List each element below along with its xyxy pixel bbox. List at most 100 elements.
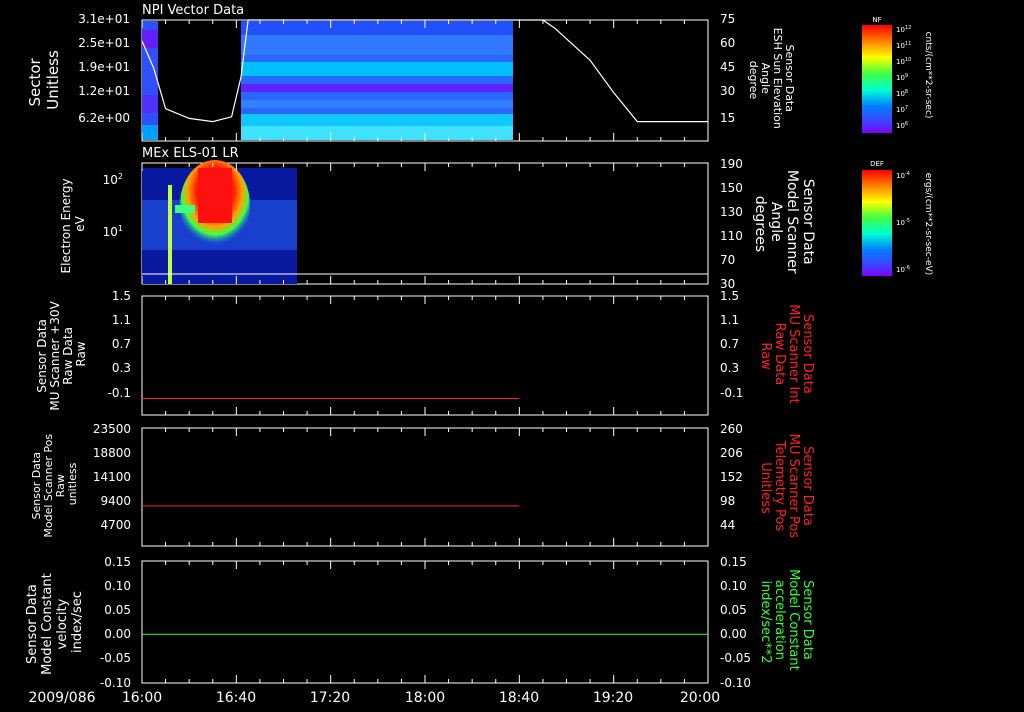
tick-label: 1.9e+01	[78, 60, 130, 74]
axis-label-line: unitless	[66, 462, 79, 505]
tick-label: 0.05	[720, 603, 747, 617]
panel-model-constant	[141, 560, 709, 684]
tick-label: -0.1	[720, 386, 743, 400]
colorbar-nf: NF 1012 1011 1010 109 108 107 106 cnts/(…	[862, 16, 933, 133]
tick-label: -0.05	[720, 651, 751, 665]
panel2-right-ticks: 1.5 1.1 0.7 0.3 -0.1	[720, 289, 743, 400]
colorbar-gradient	[862, 25, 892, 133]
axis-label-line: Model Constant	[40, 573, 55, 675]
colorbar-tick: 107	[896, 105, 908, 114]
colorbar-unit: ergs/(cm**2-sr-sec-eV)	[923, 173, 933, 275]
panel-frame	[141, 295, 709, 416]
els-spectrogram	[142, 160, 297, 284]
tick-label: 0.15	[720, 555, 747, 569]
tick-label: 190	[720, 157, 743, 171]
colorbar-tag: DEF	[870, 160, 884, 168]
npi-heatmap-band-a2	[142, 95, 158, 113]
multi-panel-chart: NPI Vector Data MEx ELS-01 LR 3.1e+01 2.…	[25, 3, 933, 706]
panel4-left-ticks: 0.15 0.10 0.05 0.00 -0.05 -0.10	[100, 555, 131, 690]
npi-heatmap-band-a3	[142, 125, 158, 140]
tick-label: 60	[720, 36, 735, 50]
axis-label-line: degree	[747, 61, 760, 100]
axis-label-line: eV	[73, 215, 87, 231]
tick-label: 0.7	[112, 337, 131, 351]
tick-exponent: -4	[905, 171, 910, 177]
axis-label-line: velocity	[55, 598, 70, 649]
tick-exponent: 7	[905, 105, 908, 111]
npi-heatmap-band-b4	[241, 84, 513, 92]
colorbar-def: DEF 10-4 10-5 10-6 ergs/(cm**2-sr-sec-eV…	[862, 160, 933, 276]
tick-exponent: 9	[905, 73, 908, 79]
axis-label-line: index/sec**2	[758, 580, 773, 663]
tick-label: 0.10	[720, 579, 747, 593]
tick-label: 102	[103, 172, 123, 187]
axis-label-line: Unitless	[758, 462, 773, 514]
colorbar-tick: 1010	[896, 57, 911, 66]
tick-base: 10	[896, 90, 905, 98]
axis-label-line: Sector	[26, 57, 44, 106]
tick-label: 98	[720, 494, 735, 508]
colorbar-tick: 109	[896, 73, 908, 82]
tick-label: 110	[720, 229, 743, 243]
panel1-left-axis-label: Electron Energy eV	[59, 175, 87, 274]
tick-label: -0.10	[720, 676, 751, 690]
axis-label-line: Telemetry Pos	[772, 440, 787, 532]
tick-label: 45	[720, 60, 735, 74]
panel-title: MEx ELS-01 LR	[142, 146, 239, 161]
tick-label: 260	[720, 422, 743, 436]
panel3-right-axis-label: Sensor Data MU Scanner Pos Telemetry Pos…	[758, 434, 815, 542]
tick-label: 0.00	[720, 627, 747, 641]
panel0-left-axis-label: Sector Unitless	[26, 50, 62, 110]
axis-label-line: acceleration	[772, 580, 787, 660]
npi-heatmap-band-b5	[241, 100, 513, 108]
axis-label-line: Unitless	[44, 50, 62, 110]
tick-label: -0.1	[108, 386, 131, 400]
axis-label-line: Model Constant	[786, 569, 801, 671]
tick-base: 10	[896, 219, 905, 227]
tick-base: 10	[896, 266, 905, 274]
tick-base: 10	[896, 42, 905, 50]
tick-label: 150	[720, 181, 743, 195]
colorbar-ticks: 10-4 10-5 10-6	[896, 171, 910, 274]
colorbar-tag: NF	[872, 16, 881, 24]
axis-label-line: MU Scanner +30V	[48, 300, 62, 410]
colorbar-ticks: 1012 1011 1010 109 108 107 106	[896, 25, 911, 130]
tick-label: 1.1	[112, 313, 131, 327]
tick-label: 18800	[93, 446, 131, 460]
axis-label-line: Sensor Data	[800, 446, 815, 526]
tick-exponent: -6	[905, 265, 910, 271]
axis-label-line: Raw	[74, 341, 88, 366]
tick-label: 9400	[100, 494, 131, 508]
panel2-left-ticks: 1.5 1.1 0.7 0.3 -0.1	[108, 289, 131, 400]
tick-label: 6.2e+00	[78, 111, 130, 125]
axis-label-line: MU Scanner Pos	[786, 434, 801, 539]
tick-label: -0.05	[100, 651, 131, 665]
tick-label: 0.3	[112, 361, 131, 375]
time-tick-label: 18:40	[499, 690, 539, 706]
axis-label-line: Electron Energy	[59, 178, 73, 273]
colorbar-tick: 10-5	[896, 218, 910, 227]
axis-label-line: Sensor Data	[800, 179, 816, 265]
tick-label: 3.1e+01	[78, 12, 130, 26]
tick-base: 10	[896, 74, 905, 82]
date-label: 2009/086	[28, 690, 95, 706]
time-tick-label: 16:40	[216, 690, 256, 706]
panel2-right-axis-label: Sensor Data MU Scanner Int Raw Data Raw	[758, 304, 815, 408]
tick-label: 1.2e+01	[78, 84, 130, 98]
panel0-right-axis-label: Sensor Data ESH Sun Elevation Angle degr…	[747, 28, 796, 133]
els-streak-b	[175, 205, 195, 213]
tick-label: 0.7	[720, 337, 739, 351]
tick-label: 130	[720, 205, 743, 219]
time-tick-label: 18:00	[405, 690, 445, 706]
tick-label: 0.15	[104, 555, 131, 569]
colorbar-tick: 10-4	[896, 171, 910, 180]
tick-label: 1.1	[720, 313, 739, 327]
panel-scanner-pos	[141, 427, 709, 547]
panel3-right-ticks: 260 206 152 98 44	[720, 422, 743, 532]
axis-label-line: Sensor Data	[25, 584, 40, 664]
axis-label-line: Model Scanner	[784, 170, 800, 274]
tick-exponent: 2	[118, 172, 123, 181]
panel0-left-ticks: 3.1e+01 2.5e+01 1.9e+01 1.2e+01 6.2e+00	[78, 12, 130, 125]
tick-base: 10	[896, 26, 905, 34]
tick-label: 1.5	[112, 289, 131, 303]
